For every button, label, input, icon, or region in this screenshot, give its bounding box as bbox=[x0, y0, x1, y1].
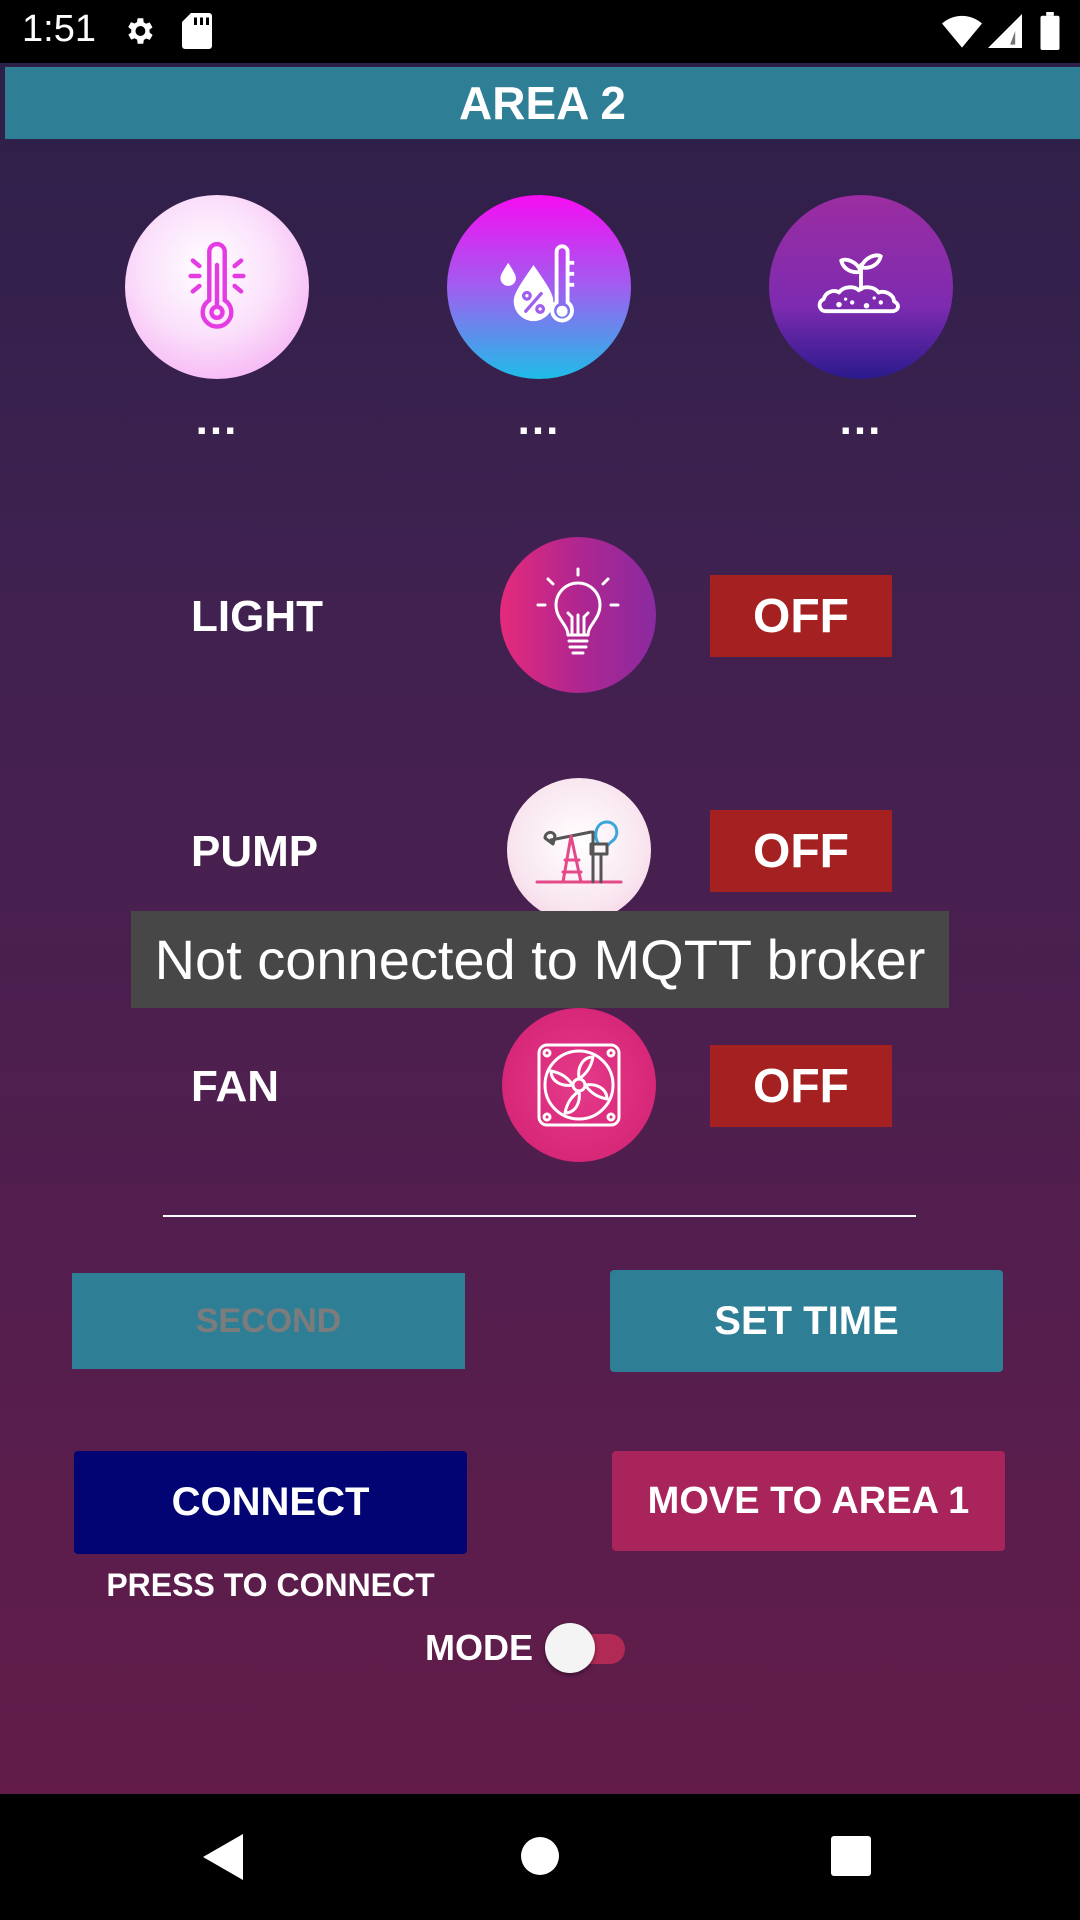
set-time-button[interactable]: SET TIME bbox=[610, 1270, 1003, 1372]
home-icon[interactable] bbox=[520, 1836, 560, 1881]
lightbulb-icon bbox=[536, 567, 620, 655]
sd-card-icon bbox=[182, 13, 212, 54]
fan-icon bbox=[537, 1043, 621, 1127]
soil-icon bbox=[817, 253, 900, 314]
pumpjack-icon bbox=[535, 820, 623, 884]
second-button[interactable]: SECOND bbox=[72, 1273, 465, 1369]
temperature-sensor bbox=[125, 195, 309, 379]
light-label: LIGHT bbox=[191, 592, 323, 641]
signal-icon bbox=[988, 14, 1022, 53]
settings-icon bbox=[122, 14, 156, 53]
soil-sensor bbox=[769, 195, 953, 379]
status-bar: 1:51 bbox=[0, 0, 1080, 63]
fan-label: FAN bbox=[191, 1062, 279, 1111]
pump-label: PUMP bbox=[191, 827, 319, 876]
toast-message: Not connected to MQTT broker bbox=[131, 911, 949, 1008]
page-title: AREA 2 bbox=[5, 67, 1080, 139]
divider bbox=[163, 1215, 916, 1217]
humidity-value: ... bbox=[517, 395, 561, 444]
pump-device bbox=[507, 778, 651, 922]
humidity-sensor bbox=[447, 195, 631, 379]
recents-icon[interactable] bbox=[831, 1836, 871, 1881]
connect-button[interactable]: CONNECT bbox=[74, 1451, 467, 1554]
fan-device bbox=[502, 1008, 656, 1162]
navigation-bar bbox=[0, 1794, 1080, 1920]
battery-icon bbox=[1040, 12, 1060, 55]
thermometer-icon bbox=[188, 241, 246, 329]
light-device bbox=[500, 537, 656, 693]
humidity-icon bbox=[500, 244, 575, 323]
move-to-area-1-button[interactable]: MOVE TO AREA 1 bbox=[612, 1451, 1005, 1551]
light-toggle-button[interactable]: OFF bbox=[710, 575, 892, 657]
fan-toggle-button[interactable]: OFF bbox=[710, 1045, 892, 1127]
pump-toggle-button[interactable]: OFF bbox=[710, 810, 892, 892]
mode-switch-thumb[interactable] bbox=[545, 1623, 595, 1673]
status-time: 1:51 bbox=[22, 8, 96, 50]
temperature-value: ... bbox=[195, 395, 239, 444]
mode-label: MODE bbox=[425, 1627, 533, 1668]
mode-switch[interactable] bbox=[545, 1622, 625, 1674]
wifi-icon bbox=[942, 14, 982, 53]
back-icon[interactable] bbox=[203, 1834, 247, 1885]
soil-value: ... bbox=[839, 395, 883, 444]
connect-hint: PRESS TO CONNECT bbox=[106, 1567, 435, 1603]
